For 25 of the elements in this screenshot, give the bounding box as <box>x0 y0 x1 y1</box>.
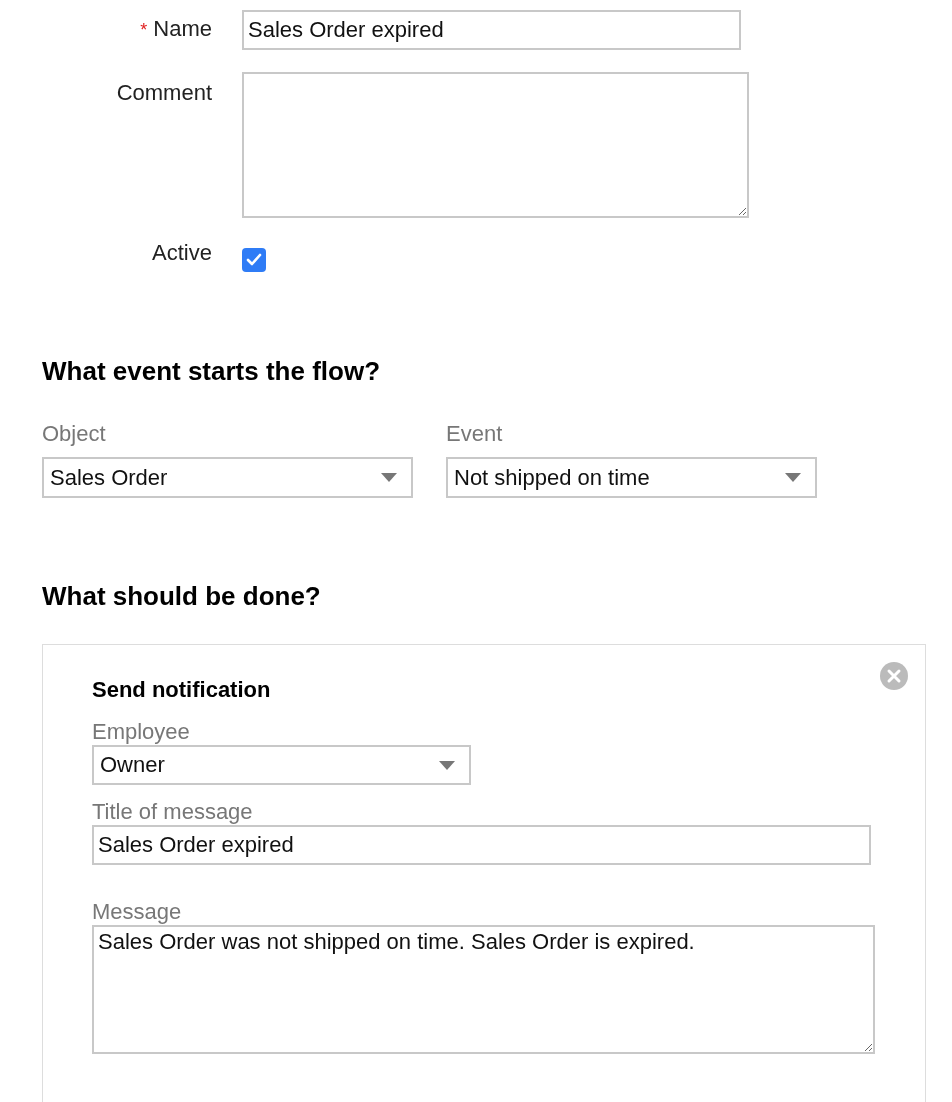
caret-icon <box>785 473 801 482</box>
caret-icon <box>439 760 455 770</box>
checkmark-icon <box>246 253 262 267</box>
card-title: Send notification <box>92 677 272 703</box>
close-icon[interactable] <box>880 662 908 690</box>
title-input[interactable]: Sales Order expired <box>92 825 871 865</box>
field-label: Employee <box>92 719 191 745</box>
field-label: Title of message <box>92 799 254 825</box>
caret-icon <box>381 473 397 482</box>
required-mark: * <box>140 20 148 41</box>
employee-select[interactable]: Owner <box>92 745 471 785</box>
field-label: Name <box>153 16 212 42</box>
section-heading: What event starts the flow? <box>42 356 382 387</box>
dropdown-select[interactable]: Not shipped on time <box>446 457 817 498</box>
comment-textarea[interactable] <box>242 72 749 218</box>
section-heading: What should be done? <box>42 581 322 612</box>
active-checkbox[interactable] <box>242 248 266 272</box>
field-label: Object <box>42 421 107 447</box>
field-label: Active <box>152 240 212 266</box>
name-input[interactable]: Sales Order expired <box>242 10 741 50</box>
message-textarea[interactable]: Sales Order was not shipped on time. Sales Order is expired. <box>92 925 875 1054</box>
dropdown-select[interactable]: Sales Order <box>42 457 413 498</box>
field-label: Event <box>446 421 504 447</box>
field-label: Message <box>92 899 183 925</box>
field-label: Comment <box>116 80 212 106</box>
